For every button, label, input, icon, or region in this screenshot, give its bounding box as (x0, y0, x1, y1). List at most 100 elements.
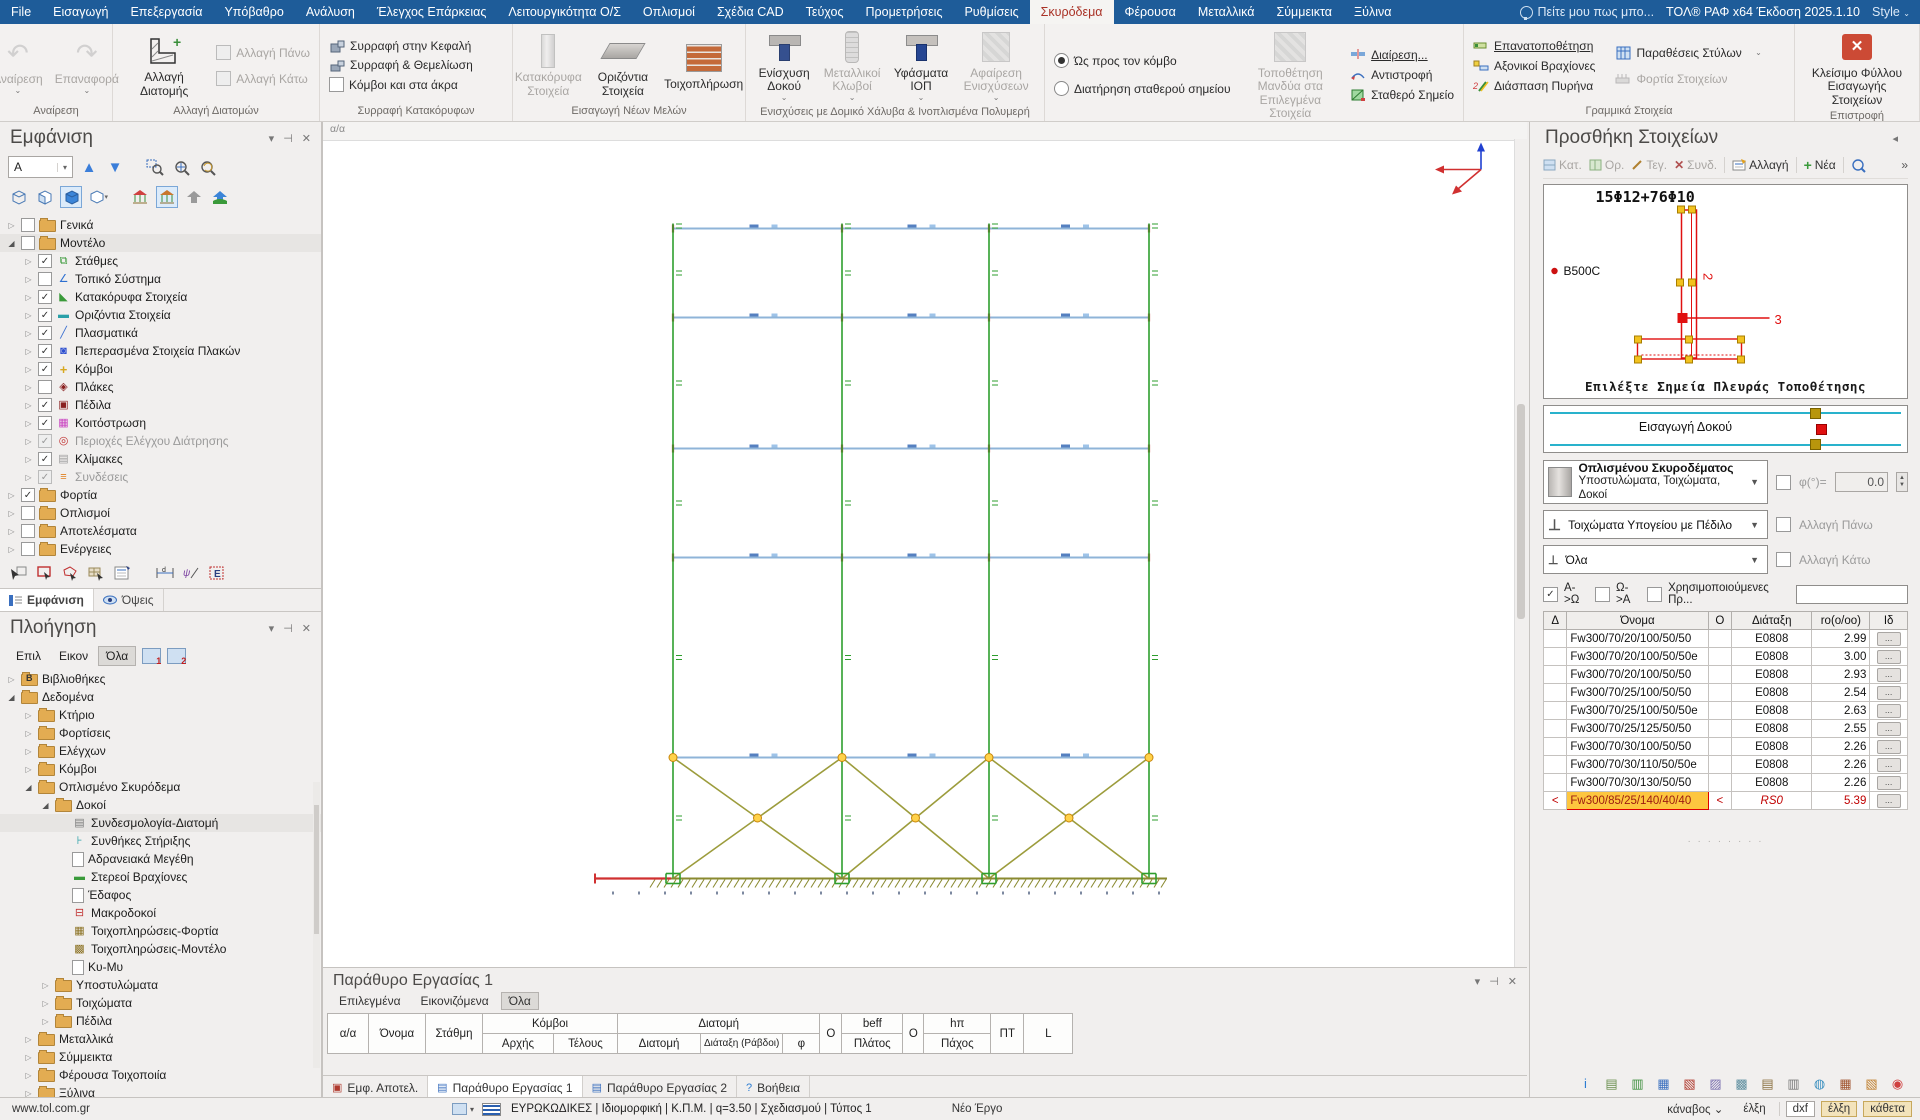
tree-item[interactable]: ▷Ενέργειες (0, 540, 321, 558)
handle-icon[interactable] (1810, 408, 1821, 419)
menu-tab-15[interactable]: Μεταλλικά (1187, 0, 1266, 24)
menu-tab-13[interactable]: Σκυρόδεμα (1030, 0, 1114, 24)
expander-icon[interactable]: ◢ (23, 783, 34, 792)
expander-icon[interactable]: ▷ (23, 747, 34, 756)
menu-tab-7[interactable]: Λειτουργικότητα Ο/Σ (497, 0, 632, 24)
pin-icon[interactable]: ⊣ (283, 622, 293, 635)
status-url[interactable]: www.tol.com.gr (0, 1103, 452, 1115)
model-red-icon[interactable] (130, 187, 150, 207)
tree-item[interactable]: ▷Φορτία (0, 486, 321, 504)
work-filter-tab-2[interactable]: Εικονιζόμενα (413, 992, 497, 1010)
expander-icon[interactable]: ▷ (23, 1053, 34, 1062)
checkbox-icon[interactable] (38, 434, 52, 448)
menu-tab-17[interactable]: Ξύλινα (1343, 0, 1402, 24)
expander-icon[interactable]: ▷ (6, 491, 17, 500)
menu-tab-3[interactable]: Επεξεργασία (119, 0, 213, 24)
zoom-extents-icon[interactable] (171, 157, 191, 177)
level-down-icon[interactable]: ▼ (105, 157, 125, 177)
expander-icon[interactable]: ▷ (6, 527, 17, 536)
work-window-2-icon[interactable] (167, 648, 186, 664)
sheet-blue-icon[interactable]: ▦ (1655, 1075, 1672, 1092)
wireframe-view-icon[interactable] (8, 187, 28, 207)
checkbox-icon[interactable] (38, 398, 52, 412)
menu-tab-5[interactable]: Ανάλυση (295, 0, 366, 24)
place-jacket-button[interactable]: Τοποθέτηση Μανδύα στα Επιλεγμένα Στοιχεί… (1243, 27, 1339, 122)
style-menu[interactable]: Style ⌄ (1872, 5, 1910, 19)
nav-tab-selected[interactable]: Επιλ (8, 646, 49, 666)
close-icon[interactable]: ✕ (302, 132, 311, 145)
canvas-scrollbar[interactable] (1514, 139, 1527, 967)
menu-tab-6[interactable]: Έλεγχος Επάρκειας (366, 0, 498, 24)
keep-fixed-point-radio[interactable]: Διατήρηση σταθερού σημείου (1052, 80, 1233, 97)
tree-item[interactable]: ▷Φορτίσεις (0, 724, 321, 742)
checkbox-icon[interactable] (38, 290, 52, 304)
checkbox-icon[interactable] (38, 362, 52, 376)
section-row-10[interactable]: <Fw300/85/25/140/40/40<RS05.39... (1544, 792, 1908, 810)
expander-icon[interactable]: ▷ (23, 765, 34, 774)
menu-tab-14[interactable]: Φέρουσα (1114, 0, 1187, 24)
tree-item[interactable]: ▷▤Κλίμακες (0, 450, 321, 468)
tree-item[interactable]: ▷◣Κατακόρυφα Στοιχεία (0, 288, 321, 306)
level-up-icon[interactable]: ▲ (79, 157, 99, 177)
menu-tab-1[interactable]: File (0, 0, 42, 24)
bottom-tab-1[interactable]: ▣Εμφ. Αποτελ. (323, 1076, 428, 1099)
model-view[interactable] (323, 139, 1515, 967)
tree-item[interactable]: Αδρανειακά Μεγέθη (0, 850, 321, 868)
row-id-button[interactable]: ... (1877, 632, 1901, 646)
checkbox-icon[interactable] (21, 524, 35, 538)
tree-item[interactable]: ▷◈Πλάκες (0, 378, 321, 396)
reposition-button[interactable]: Επανατοποθέτηση (1471, 38, 1597, 54)
tree-item[interactable]: ▤Συνδεσμολογία-Διατομή (0, 814, 321, 832)
sections-col-2[interactable]: Όνομα (1567, 612, 1708, 630)
section-row-8[interactable]: Fw300/70/30/110/50/50eE08082.26... (1544, 756, 1908, 774)
status-toggle-έλξη[interactable]: έλξη (1821, 1101, 1857, 1117)
sections-col-1[interactable]: Δ (1544, 612, 1567, 630)
phi-checkbox[interactable] (1776, 475, 1791, 490)
expander-icon[interactable]: ▷ (23, 401, 34, 410)
expander-icon[interactable]: ▷ (23, 1035, 34, 1044)
tree-item[interactable]: ▷◙Πεπερασμένα Στοιχεία Πλακών (0, 342, 321, 360)
checkbox-icon[interactable] (38, 254, 52, 268)
purlin-tool-button[interactable]: Τεγ. (1631, 158, 1667, 172)
collapse-icon[interactable]: ▾ (269, 622, 275, 635)
collapse-left-icon[interactable]: ◂ (1892, 132, 1898, 145)
change-section-button[interactable]: + Αλλαγή Διατομής (120, 31, 208, 100)
hidden-line-view-icon[interactable] (34, 187, 54, 207)
tab-views[interactable]: Όψεις (94, 589, 164, 611)
tree-item[interactable]: ▷▣Πέδιλα (0, 396, 321, 414)
zoom-tool-icon[interactable] (1851, 158, 1866, 173)
used-sections-input[interactable] (1796, 585, 1908, 604)
row-id-button[interactable]: ... (1877, 758, 1901, 772)
tree-item[interactable]: ◢Δοκοί (0, 796, 321, 814)
work-filter-tab-3[interactable]: Όλα (501, 992, 539, 1010)
tree-item[interactable]: ▷Ξύλινα (0, 1084, 321, 1098)
expander-icon[interactable]: ◢ (6, 239, 17, 248)
status-toggle-κάθετα[interactable]: κάθετα (1863, 1101, 1912, 1117)
menu-tab-11[interactable]: Προμετρήσεις (855, 0, 954, 24)
expander-icon[interactable]: ▷ (6, 675, 17, 684)
vertical-elements-button[interactable]: Κατακόρυφα Στοιχεία (510, 31, 587, 100)
pin-icon[interactable]: ⊣ (283, 132, 293, 145)
panel-splitter-dots[interactable]: · · · · · · · · (1543, 836, 1908, 847)
expander-icon[interactable]: ▷ (23, 473, 34, 482)
infill-wall-button[interactable]: Τοιχοπλήρωση (659, 38, 748, 93)
tree-item[interactable]: ⊦Συνθήκες Στήριξης (0, 832, 321, 850)
select-add-icon[interactable] (8, 565, 27, 582)
tree-item[interactable]: ▷≡Συνδέσεις (0, 468, 321, 486)
section-row-5[interactable]: Fw300/70/25/100/50/50eE08082.63... (1544, 702, 1908, 720)
expander-icon[interactable]: ▷ (23, 455, 34, 464)
sections-table[interactable]: ΔΌνομαΟΔιάταξηro(o/oo)ΙδFw300/70/20/100/… (1543, 611, 1908, 810)
status-toggle-dxf[interactable]: dxf (1786, 1101, 1815, 1117)
tree-item[interactable]: ▦Τοιχοπληρώσεις-Φορτία (0, 922, 321, 940)
remove-reinforcement-button[interactable]: Αφαίρεση Ενισχύσεων⌄ (955, 27, 1037, 105)
section-row-1[interactable]: Fw300/70/20/100/50/50E08082.99... (1544, 630, 1908, 648)
tree-item[interactable]: ▬Στερεοί Βραχίονες (0, 868, 321, 886)
a-to-o-checkbox[interactable] (1543, 587, 1558, 602)
sections-col-3[interactable]: Ο (1708, 612, 1731, 630)
checkbox-icon[interactable] (38, 326, 52, 340)
tree-item[interactable]: ▷Πέδιλα (0, 1012, 321, 1030)
expander-icon[interactable]: ▷ (40, 999, 51, 1008)
new-button[interactable]: +Νέα (1804, 157, 1836, 173)
solid-view-icon[interactable] (60, 186, 82, 208)
basement-dropdown[interactable]: ⊥Τοιχώματα Υπογείου με Πέδιλο▼ (1543, 510, 1768, 539)
